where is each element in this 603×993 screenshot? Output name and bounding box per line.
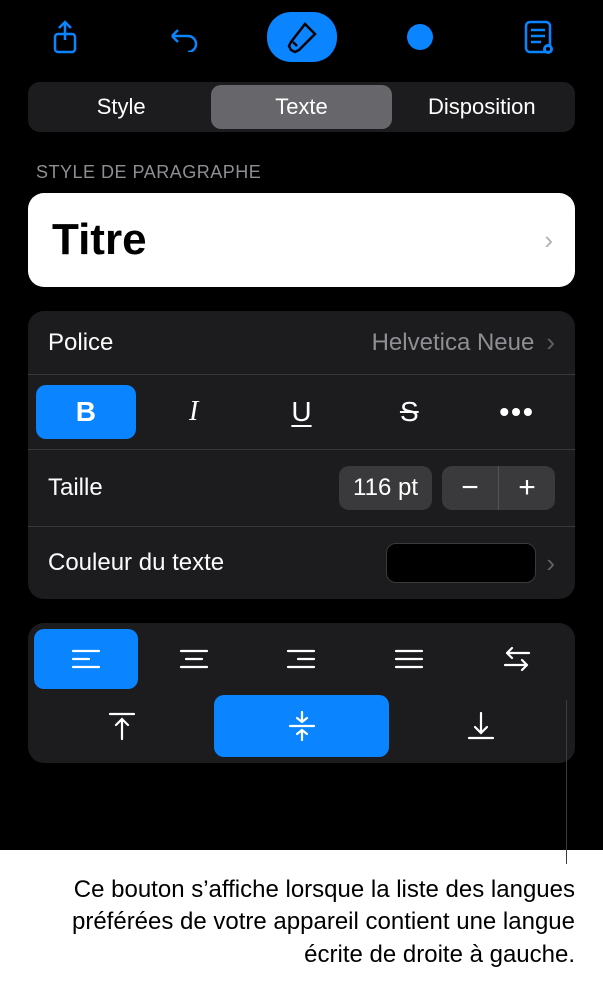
chevron-right-icon: › [546,548,555,579]
paragraph-style-selector[interactable]: Titre › [28,193,575,287]
chevron-right-icon: › [544,225,553,256]
horizontal-align-row [34,629,569,689]
size-label: Taille [48,474,103,502]
text-style-row: B I U S ••• [28,375,575,450]
text-format-group: Police Helvetica Neue › B I U S ••• Tail… [28,311,575,599]
alignment-group [28,623,575,763]
callout-line [566,700,567,864]
more-button[interactable] [385,12,455,62]
vertical-align-row [34,695,569,757]
undo-button[interactable] [148,12,218,62]
tab-style[interactable]: Style [31,85,211,129]
strikethrough-button[interactable]: S [359,385,459,439]
tab-text[interactable]: Texte [211,85,391,129]
align-center-button[interactable] [142,629,246,689]
align-justify-button[interactable] [357,629,461,689]
text-direction-button[interactable] [465,629,569,689]
more-text-options-button[interactable]: ••• [467,385,567,439]
format-button[interactable] [267,12,337,62]
tab-layout[interactable]: Disposition [392,85,572,129]
text-color-label: Couleur du texte [48,549,224,577]
font-row[interactable]: Police Helvetica Neue › [28,311,575,375]
caption-wrap: Ce bouton s’affiche lorsque la liste des… [0,850,603,971]
size-stepper: − + [442,466,555,510]
chevron-right-icon: › [546,327,555,358]
valign-bottom-button[interactable] [393,695,569,757]
align-left-button[interactable] [34,629,138,689]
paragraph-style-name: Titre [52,215,147,265]
bold-button[interactable]: B [36,385,136,439]
color-swatch [386,543,536,583]
size-increase-button[interactable]: + [499,466,555,510]
font-label: Police [48,329,113,357]
format-tabs: Style Texte Disposition [28,82,575,132]
paragraph-style-header: Style de paragraphe [0,132,603,193]
document-options-button[interactable] [503,12,573,62]
align-right-button[interactable] [250,629,354,689]
caption-text: Ce bouton s’affiche lorsque la liste des… [28,874,575,971]
text-color-row[interactable]: Couleur du texte › [28,527,575,599]
size-row: Taille 116 pt − + [28,450,575,527]
font-value: Helvetica Neue [372,329,535,357]
size-value[interactable]: 116 pt [339,466,432,510]
top-toolbar [0,0,603,82]
size-decrease-button[interactable]: − [442,466,498,510]
underline-button[interactable]: U [252,385,352,439]
valign-middle-button[interactable] [214,695,390,757]
valign-top-button[interactable] [34,695,210,757]
share-button[interactable] [30,12,100,62]
italic-button[interactable]: I [144,385,244,439]
